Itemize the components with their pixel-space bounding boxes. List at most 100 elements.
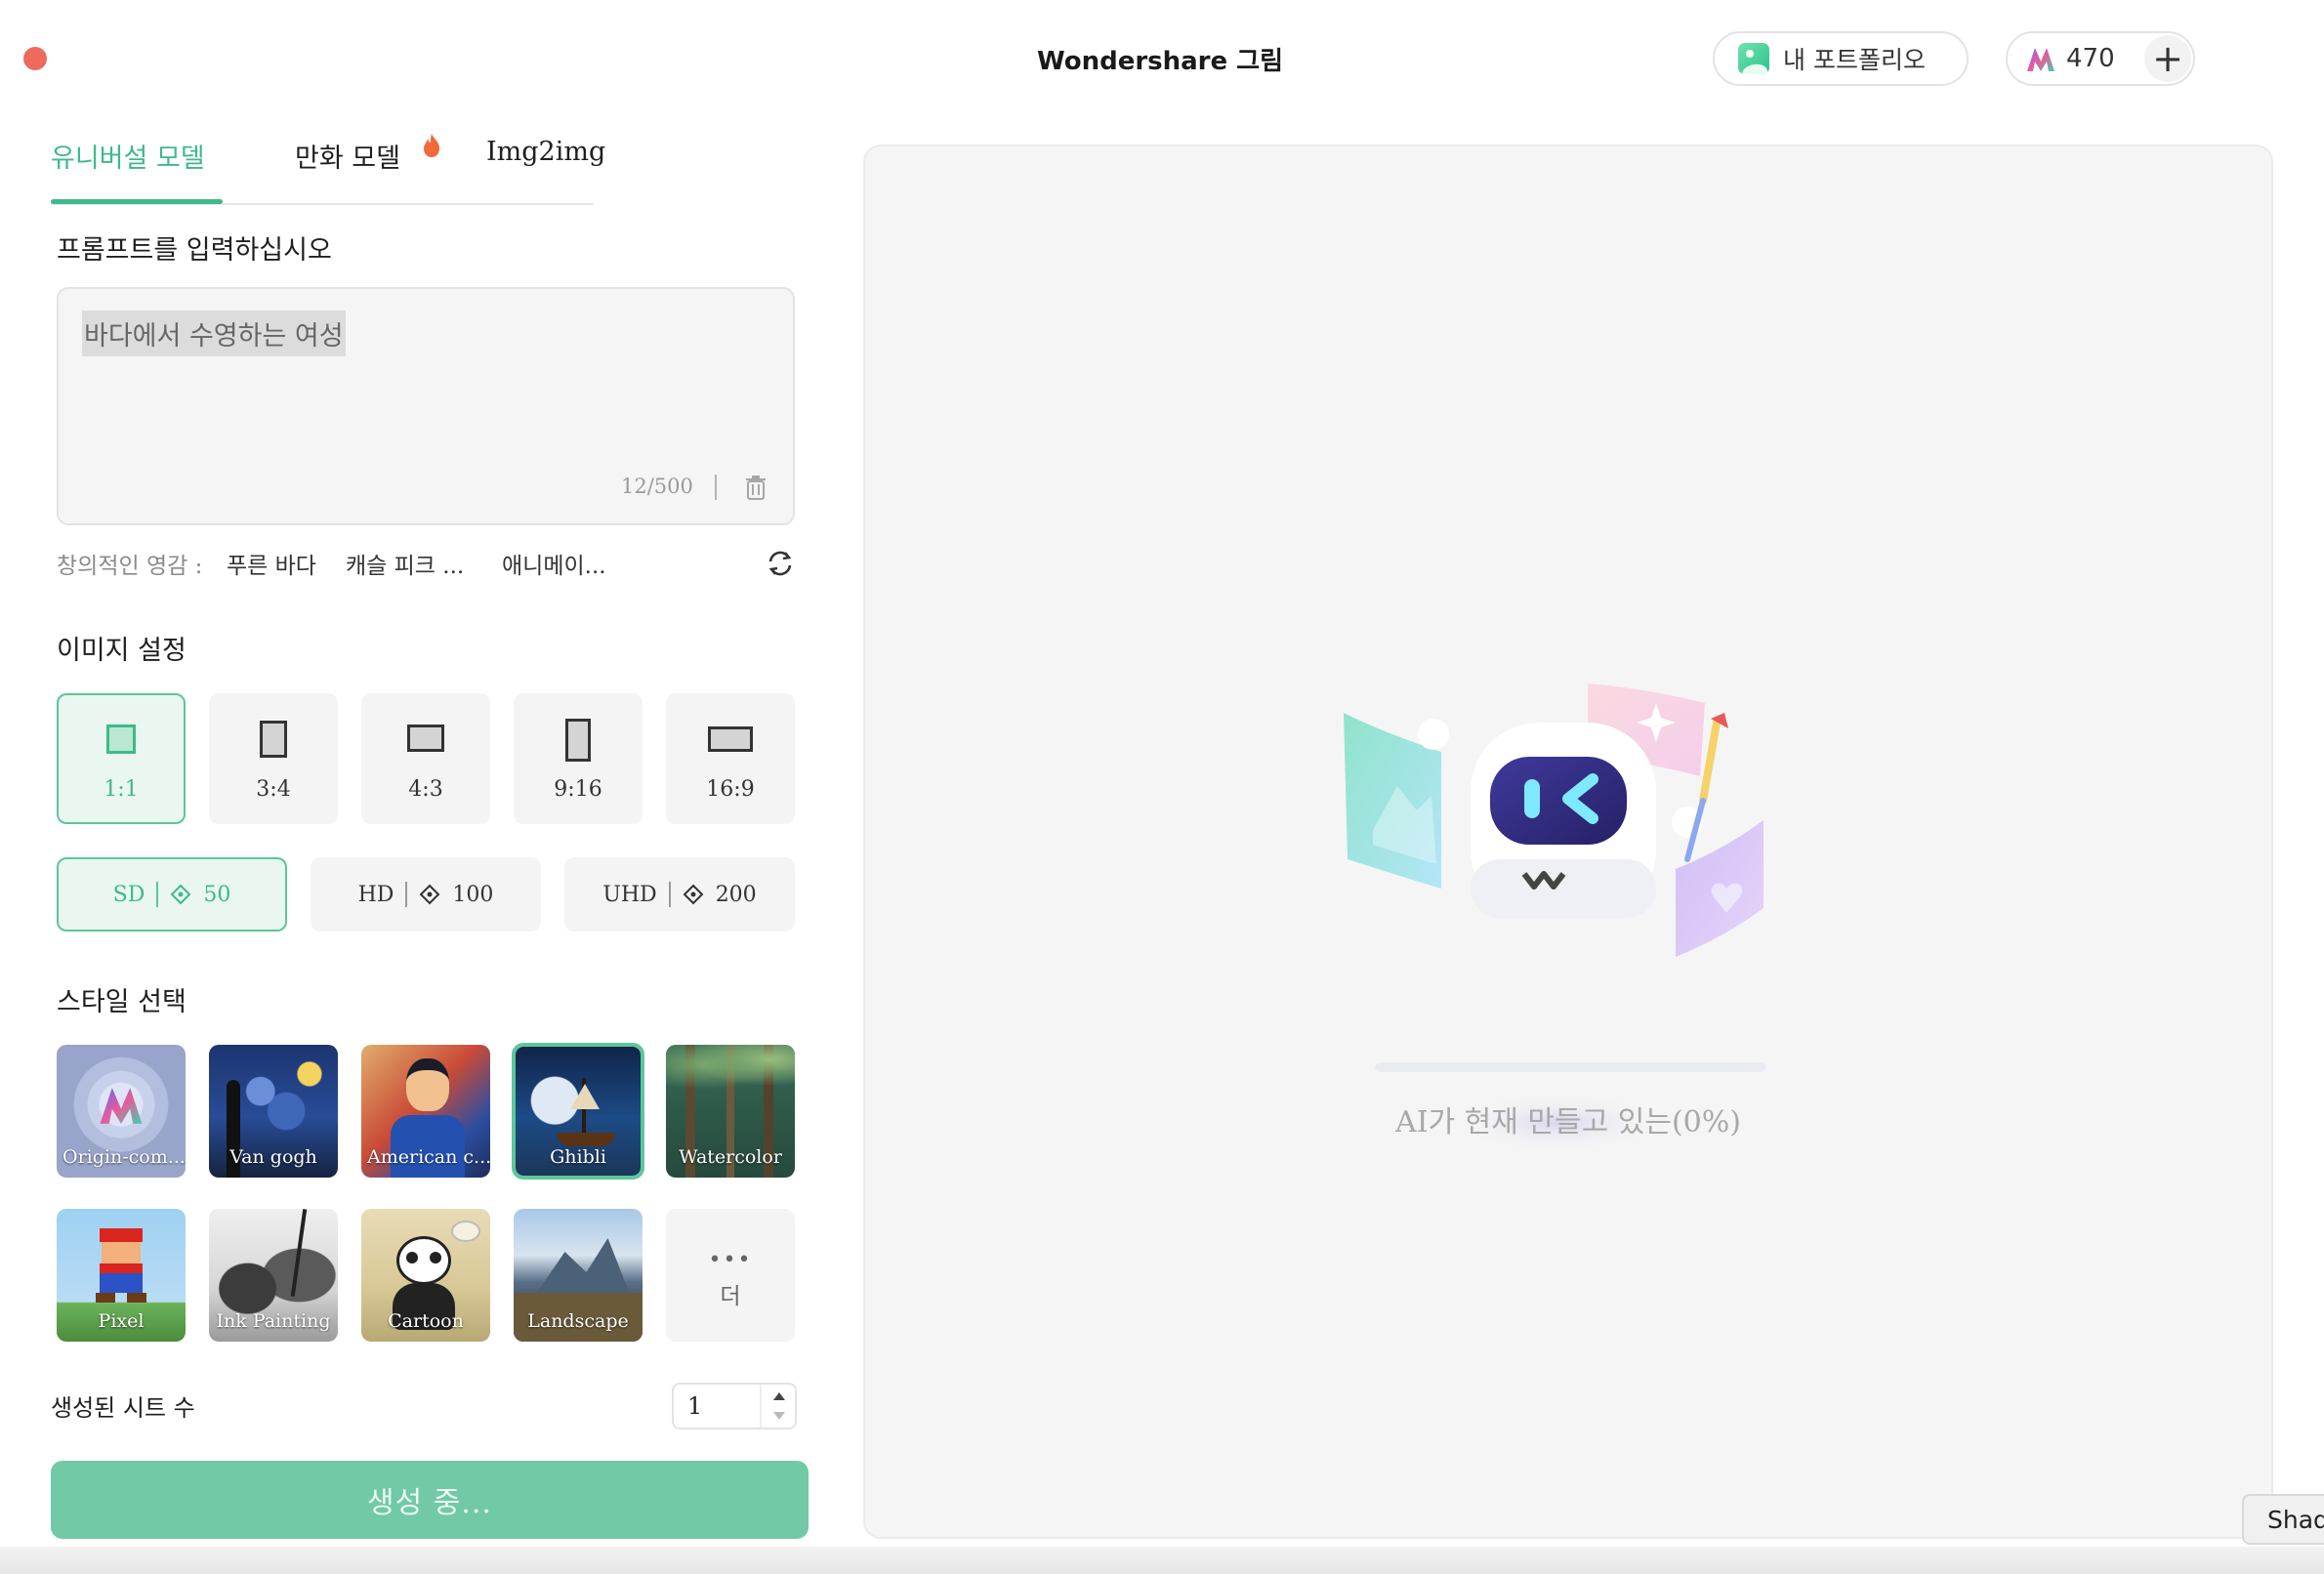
style-section-title: 스타일 선택: [57, 987, 187, 1017]
style-watercolor[interactable]: Watercolor: [666, 1045, 795, 1178]
pixel-face: [102, 1242, 141, 1263]
generate-button[interactable]: 생성 중...: [51, 1461, 809, 1539]
brand-logo-icon: [100, 1088, 143, 1124]
stepper-arrows: [760, 1385, 795, 1428]
thought-bubble: [451, 1221, 480, 1242]
trash-icon[interactable]: [744, 475, 768, 500]
panda-head: [396, 1236, 451, 1285]
style-label: American c...: [367, 1146, 490, 1168]
ship-hull: [557, 1133, 615, 1146]
credit-diamond-icon: [170, 884, 191, 905]
tab-img2img[interactable]: Img2img: [486, 137, 605, 167]
image-settings-title: 이미지 설정: [57, 636, 187, 666]
style-van-gogh[interactable]: Van gogh: [209, 1045, 338, 1178]
style-ghibli[interactable]: Ghibli: [512, 1043, 644, 1180]
robot-illustration-icon: [1344, 683, 1764, 1152]
more-styles-button[interactable]: ••• 더: [666, 1209, 795, 1342]
decrement-icon[interactable]: [773, 1412, 785, 1420]
inspiration-item[interactable]: 푸른 바다: [227, 547, 316, 580]
pixel-boot: [127, 1293, 146, 1303]
pixel-hat: [100, 1228, 143, 1242]
portfolio-button[interactable]: 내 포트폴리오: [1713, 31, 1969, 86]
quality-cost: 100: [452, 882, 494, 907]
quality-cost: 50: [203, 882, 231, 907]
active-tab-indicator: [51, 199, 223, 204]
pixel-boot: [96, 1293, 115, 1303]
prompt-input[interactable]: 바다에서 수영하는 여성 12/500: [57, 287, 795, 525]
prompt-text[interactable]: 바다에서 수영하는 여성: [82, 311, 346, 356]
inspiration-label: 창의적인 영감 :: [57, 554, 203, 579]
more-dots-icon: •••: [708, 1248, 753, 1272]
style-pixel[interactable]: Pixel: [57, 1209, 186, 1342]
divider: [156, 882, 159, 907]
window-bottom-edge: [0, 1547, 2324, 1574]
style-label: Ghibli: [550, 1146, 606, 1168]
pixel-body: [100, 1263, 143, 1293]
fire-icon: [424, 134, 439, 157]
side-tab[interactable]: Shadow: [2242, 1494, 2324, 1545]
style-origin-comic[interactable]: Origin-com...: [57, 1045, 186, 1178]
quality-label: UHD: [602, 882, 657, 907]
add-credits-button[interactable]: +: [2144, 35, 2191, 82]
ratio-label: 1:1: [104, 777, 139, 802]
credits-display: 470 +: [2006, 31, 2195, 86]
image-gallery-icon: [1738, 43, 1769, 74]
style-label: Pixel: [98, 1310, 145, 1332]
style-cartoon[interactable]: Cartoon: [361, 1209, 490, 1342]
sheet-count-stepper[interactable]: 1: [672, 1383, 797, 1429]
title-bar: Wondershare 그림 내 포트폴리오 470 +: [0, 0, 2324, 117]
char-count: 12/500: [621, 475, 693, 498]
quality-cost: 200: [715, 882, 757, 907]
style-ink-painting[interactable]: Ink Painting: [209, 1209, 338, 1342]
credits-count: 470: [2066, 44, 2115, 73]
progress-text: AI가 현재 만들고 있는(0%): [1395, 1105, 1741, 1139]
wide-ratio-icon: [708, 726, 753, 752]
increment-icon[interactable]: [773, 1392, 785, 1400]
refresh-icon[interactable]: [766, 549, 795, 578]
quality-label: SD: [112, 882, 145, 907]
landscape-ratio-icon: [407, 725, 444, 752]
bamboo-stalk: [290, 1209, 308, 1297]
style-american-comic[interactable]: American c...: [361, 1045, 490, 1178]
ratio-label: 4:3: [408, 777, 443, 802]
ratio-label: 9:16: [554, 777, 602, 802]
prompt-section-title: 프롬프트를 입력하십시오: [57, 235, 332, 266]
inspiration-item[interactable]: 애니메이...: [502, 547, 606, 580]
style-label: Ink Painting: [216, 1310, 331, 1332]
app-title: Wondershare 그림: [1036, 47, 1284, 76]
preview-canvas: AI가 현재 만들고 있는(0%): [863, 145, 2273, 1539]
divider: [405, 882, 408, 907]
portrait-ratio-icon: [260, 721, 287, 758]
quality-hd-button[interactable]: HD 100: [311, 857, 541, 932]
portfolio-label: 내 포트폴리오: [1783, 46, 1926, 74]
tab-comic-model[interactable]: 만화 모델: [295, 137, 400, 175]
inspiration-item[interactable]: 캐슬 피크 ...: [346, 547, 464, 580]
credit-diamond-icon: [419, 884, 440, 905]
ratio-1-1-button[interactable]: 1:1: [57, 693, 186, 824]
ratio-9-16-button[interactable]: 9:16: [514, 693, 643, 824]
sheet-count-value[interactable]: 1: [687, 1392, 702, 1420]
ratio-4-3-button[interactable]: 4:3: [361, 693, 490, 824]
style-label: Van gogh: [229, 1146, 317, 1168]
ratio-3-4-button[interactable]: 3:4: [209, 693, 338, 824]
panda-eye: [406, 1252, 418, 1263]
credit-diamond-icon: [683, 884, 704, 905]
more-label: 더: [720, 1284, 741, 1309]
style-landscape[interactable]: Landscape: [514, 1209, 643, 1342]
sheet-count-label: 생성된 시트 수: [51, 1394, 195, 1422]
quality-uhd-button[interactable]: UHD 200: [564, 857, 795, 932]
style-label: Landscape: [527, 1310, 629, 1332]
foliage: [666, 1045, 795, 1094]
style-label: Origin-com...: [62, 1146, 186, 1168]
brand-logo-icon: [2027, 48, 2054, 71]
ship-sail: [570, 1084, 600, 1109]
ratio-16-9-button[interactable]: 16:9: [666, 693, 795, 824]
ratio-label: 16:9: [706, 777, 755, 802]
divider: [715, 475, 717, 500]
quality-label: HD: [357, 882, 394, 907]
square-ratio-icon: [106, 725, 136, 754]
tab-universal-model[interactable]: 유니버설 모델: [51, 137, 205, 175]
panda-eye: [430, 1252, 441, 1263]
quality-sd-button[interactable]: SD 50: [57, 857, 287, 932]
model-tabs: 유니버설 모델 만화 모델 Img2img: [51, 127, 605, 205]
